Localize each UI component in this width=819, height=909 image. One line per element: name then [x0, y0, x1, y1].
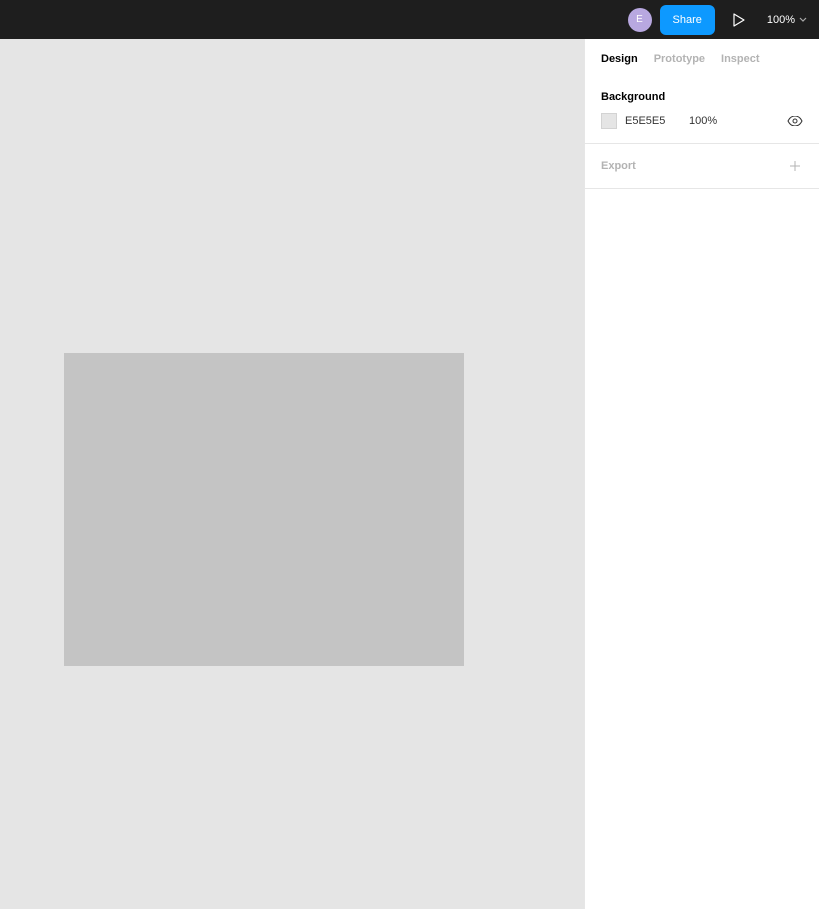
export-label: Export — [601, 160, 636, 172]
visibility-toggle[interactable] — [787, 113, 803, 129]
tab-inspect[interactable]: Inspect — [721, 53, 760, 65]
export-section: Export — [585, 144, 819, 189]
add-export-button[interactable] — [787, 158, 803, 174]
main: Design Prototype Inspect Background E5E5… — [0, 39, 819, 909]
zoom-value: 100% — [767, 14, 795, 26]
share-button[interactable]: Share — [660, 5, 715, 35]
share-button-label: Share — [673, 14, 702, 26]
rectangle-shape[interactable] — [64, 353, 464, 666]
background-section: Background E5E5E5 100% — [585, 79, 819, 144]
background-opacity-input[interactable]: 100% — [689, 115, 729, 127]
avatar[interactable]: E — [628, 8, 652, 32]
background-swatch[interactable] — [601, 113, 617, 129]
play-icon — [733, 13, 745, 27]
background-title: Background — [601, 91, 803, 103]
plus-icon — [789, 160, 801, 172]
chevron-down-icon — [799, 17, 807, 23]
eye-icon — [787, 116, 803, 126]
topbar: E Share 100% — [0, 0, 819, 39]
canvas[interactable] — [0, 39, 584, 909]
avatar-initial: E — [636, 14, 643, 25]
background-row: E5E5E5 100% — [601, 113, 803, 129]
background-hex-input[interactable]: E5E5E5 — [625, 115, 681, 127]
properties-panel: Design Prototype Inspect Background E5E5… — [584, 39, 819, 909]
tab-design-label: Design — [601, 53, 638, 65]
zoom-dropdown[interactable]: 100% — [763, 14, 811, 26]
present-button[interactable] — [723, 4, 755, 36]
tab-prototype-label: Prototype — [654, 53, 705, 65]
tab-design[interactable]: Design — [601, 53, 638, 65]
tab-prototype[interactable]: Prototype — [654, 53, 705, 65]
tab-inspect-label: Inspect — [721, 53, 760, 65]
panel-tabs: Design Prototype Inspect — [585, 39, 819, 79]
